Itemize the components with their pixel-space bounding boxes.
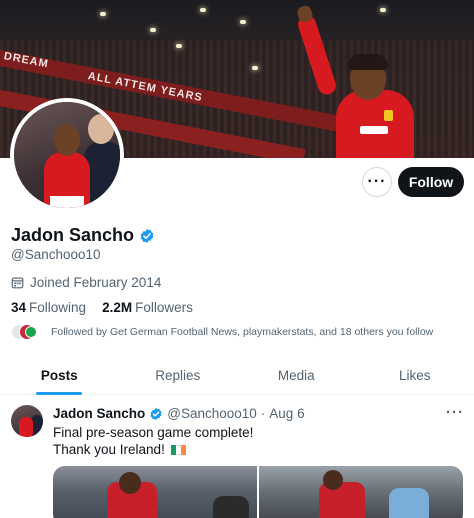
avatar (25, 326, 37, 338)
post-media-grid (53, 466, 463, 518)
profile-handle: @Sanchooo10 (11, 247, 101, 262)
post-date[interactable]: Aug 6 (269, 406, 304, 421)
joined-date-text: Joined February 2014 (30, 275, 162, 290)
club-crest-icon (384, 110, 393, 121)
avatar-person-coach (84, 142, 120, 208)
avatar-person-coach-head (88, 114, 114, 144)
image-figure-head (119, 472, 141, 494)
stadium-light (100, 12, 106, 16)
stadium-light (150, 28, 156, 32)
post-text-line: Thank you Ireland! (53, 441, 253, 458)
post-author-handle[interactable]: @Sanchooo10 (167, 406, 257, 421)
player-shirt (336, 90, 414, 158)
profile-name-row: Jadon Sancho (11, 225, 155, 246)
ireland-flag-icon (170, 445, 186, 455)
stadium-light (252, 66, 258, 70)
profile-avatar[interactable] (10, 98, 124, 212)
joined-date-row: Joined February 2014 (11, 275, 161, 290)
post-meta-separator: · (260, 406, 266, 421)
profile-tabs: Posts Replies Media Likes (0, 357, 474, 395)
verified-badge-icon (150, 407, 162, 420)
followers-link[interactable]: 2.2M Followers (102, 300, 193, 315)
avatar-person-player-head (54, 124, 80, 156)
more-horizontal-icon: ··· (367, 173, 387, 190)
more-options-button[interactable]: ··· (362, 167, 392, 197)
post-image[interactable] (53, 466, 257, 518)
following-count: 34 (11, 300, 27, 315)
post-author-name[interactable]: Jadon Sancho (53, 406, 145, 421)
post-header: Jadon Sancho @Sanchooo10 · Aug 6 (53, 406, 305, 421)
following-link[interactable]: 34 Following (11, 300, 86, 315)
post-text-line: Final pre-season game complete! (53, 425, 254, 440)
tab-posts[interactable]: Posts (0, 357, 119, 395)
followed-by-text: Followed by Get German Football News, pl… (51, 326, 434, 338)
post-image[interactable] (259, 466, 463, 518)
avatar-player-shorts (50, 196, 84, 208)
stadium-light (200, 8, 206, 12)
player-hair (348, 54, 388, 70)
image-figure (389, 488, 429, 518)
banner-player (295, 4, 414, 158)
following-label: Following (29, 300, 87, 315)
followed-by-row[interactable]: Followed by Get German Football News, pl… (11, 324, 433, 340)
profile-name: Jadon Sancho (11, 225, 135, 245)
followers-count: 2.2M (102, 300, 133, 315)
shirt-sponsor-logo (360, 126, 388, 134)
tab-media[interactable]: Media (237, 357, 356, 394)
stadium-light (176, 44, 182, 48)
post-text: Final pre-season game complete! Thank yo… (53, 424, 253, 458)
verified-badge-icon[interactable] (139, 228, 155, 244)
post-author-avatar[interactable] (11, 405, 43, 437)
image-figure-head (323, 470, 343, 490)
calendar-icon (11, 277, 24, 289)
followers-label: Followers (135, 300, 193, 315)
mutual-follower-avatars (11, 324, 43, 340)
stadium-light (380, 8, 386, 12)
image-figure (213, 496, 249, 518)
follow-stats: 34 Following 2.2M Followers (11, 300, 193, 315)
more-horizontal-icon[interactable]: ··· (446, 404, 464, 421)
tab-likes[interactable]: Likes (356, 357, 474, 394)
avatar-figure (19, 417, 33, 437)
tab-replies[interactable]: Replies (119, 357, 238, 394)
stadium-light (240, 20, 246, 24)
post-text-line-content: Thank you Ireland! (53, 442, 165, 457)
follow-button[interactable]: Follow (398, 167, 464, 197)
